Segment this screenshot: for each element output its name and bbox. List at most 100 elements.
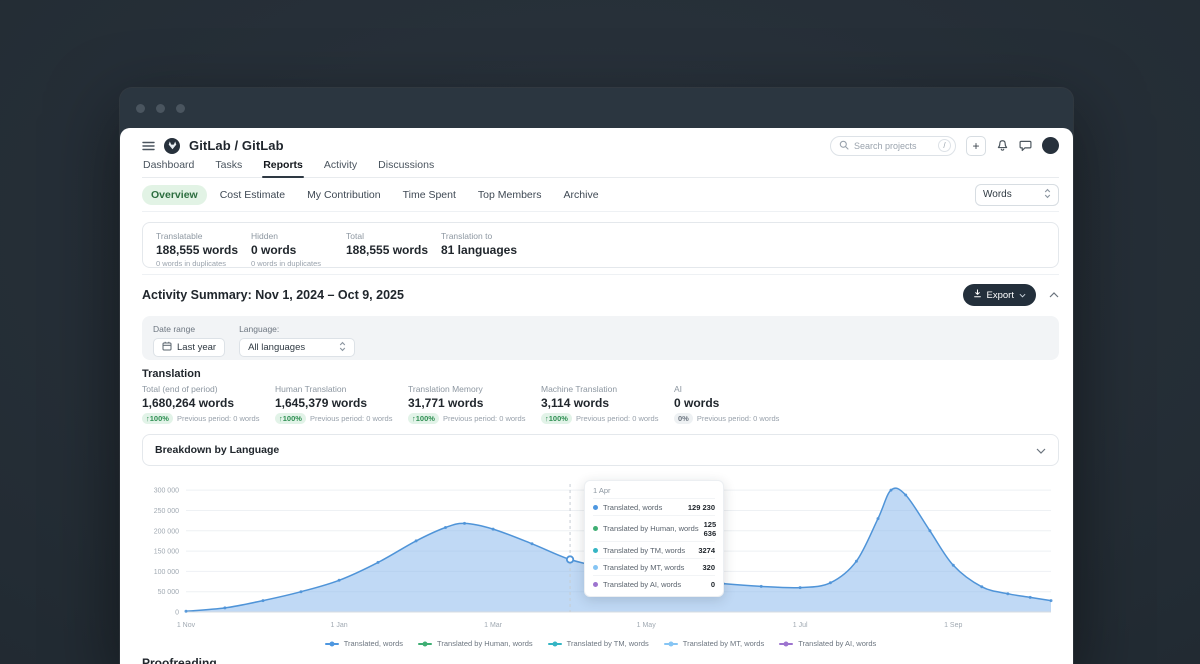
summary-stat: Hidden 0 words 0 words in duplicates <box>251 231 346 268</box>
metric-previous-period: Previous period: 0 words <box>177 414 260 423</box>
report-tab[interactable]: Cost Estimate <box>211 185 294 205</box>
report-subtabs: Overview Cost Estimate My Contribution T… <box>142 185 608 205</box>
metric-value: 0 words <box>674 396 807 410</box>
filter-bar: Date range Last year Language: All langu… <box>142 316 1059 360</box>
messages-icon[interactable] <box>1019 140 1032 152</box>
nav-tab[interactable]: Activity <box>323 156 358 177</box>
summary-stat: Translatable 188,555 words 0 words in du… <box>156 231 251 268</box>
legend-line-icon <box>664 643 678 645</box>
metric-value: 3,114 words <box>541 396 674 410</box>
legend-dot-icon <box>552 641 557 646</box>
export-label: Export <box>987 290 1014 301</box>
stat-subtext: 0 words in duplicates <box>156 259 251 268</box>
legend-label: Translated by Human, words <box>437 639 533 648</box>
report-tab[interactable]: My Contribution <box>298 185 390 205</box>
activity-chart-area: 050 000100 000150 000200 000250 000300 0… <box>142 472 1059 636</box>
nav-tab[interactable]: Discussions <box>377 156 435 177</box>
series-dot-icon <box>593 548 598 553</box>
legend-item[interactable]: Translated by TM, words <box>548 639 649 648</box>
report-tab[interactable]: Time Spent <box>394 185 465 205</box>
tooltip-row: Translated by Human, words 125 636 <box>593 515 715 541</box>
metric-value: 31,771 words <box>408 396 541 410</box>
desktop-background: GitLab / GitLab / + <box>0 0 1200 664</box>
tooltip-series-label: Translated, words <box>603 503 683 512</box>
search-shortcut-badge: / <box>938 139 951 152</box>
language-value: All languages <box>248 342 305 353</box>
notifications-bell-icon[interactable] <box>996 139 1009 152</box>
metric-value: 1,645,379 words <box>275 396 408 410</box>
metric-delta-badge: ↑100% <box>275 413 306 424</box>
series-dot-icon <box>593 505 598 510</box>
legend-label: Translated by MT, words <box>683 639 764 648</box>
download-icon <box>973 289 982 301</box>
window-control-icon[interactable] <box>136 104 145 113</box>
legend-item[interactable]: Translated by Human, words <box>418 639 533 648</box>
search-icon <box>839 137 849 155</box>
tooltip-row: Translated by MT, words 320 <box>593 558 715 575</box>
app-window: GitLab / GitLab / + <box>120 88 1073 664</box>
metric-label: Translation Memory <box>408 384 541 394</box>
report-tab[interactable]: Overview <box>142 185 207 205</box>
chart-tooltip: 1 Apr Translated, words 129 230 <box>584 480 724 597</box>
legend-label: Translated by TM, words <box>567 639 649 648</box>
legend-item[interactable]: Translated by AI, words <box>779 639 876 648</box>
metric-label: Total (end of period) <box>142 384 275 394</box>
window-control-icon[interactable] <box>156 104 165 113</box>
svg-text:150 000: 150 000 <box>154 549 179 556</box>
legend-label: Translated, words <box>344 639 403 648</box>
unit-select[interactable]: Words <box>975 184 1059 206</box>
date-range-label: Date range <box>153 324 225 334</box>
report-tab[interactable]: Archive <box>555 185 608 205</box>
date-range-button[interactable]: Last year <box>153 338 225 357</box>
svg-text:300 000: 300 000 <box>154 488 179 495</box>
tooltip-row: Translated by TM, words 3274 <box>593 541 715 558</box>
add-button[interactable]: + <box>966 136 986 156</box>
stat-subtext: 0 words in duplicates <box>251 259 346 268</box>
nav-tab[interactable]: Tasks <box>214 156 243 177</box>
collapse-section-icon[interactable] <box>1049 292 1059 298</box>
export-button[interactable]: Export <box>963 284 1036 306</box>
breakdown-by-language-card[interactable]: Breakdown by Language <box>142 434 1059 466</box>
language-select[interactable]: All languages <box>239 338 355 357</box>
activity-summary-header: Activity Summary: Nov 1, 2024 – Oct 9, 2… <box>142 274 1059 306</box>
search-box[interactable]: / <box>830 136 956 156</box>
tooltip-series-label: Translated by Human, words <box>603 524 699 533</box>
report-tab[interactable]: Top Members <box>469 185 551 205</box>
metric-previous-period: Previous period: 0 words <box>576 414 659 423</box>
user-avatar[interactable] <box>1042 137 1059 154</box>
window-titlebar <box>120 88 1073 128</box>
legend-line-icon <box>325 643 339 645</box>
menu-icon[interactable] <box>142 141 155 151</box>
stat-label: Translatable <box>156 231 251 241</box>
summary-stat: Translation to 81 languages <box>441 231 536 267</box>
search-input[interactable] <box>854 141 933 151</box>
legend-dot-icon <box>784 641 789 646</box>
chevron-down-icon <box>1019 290 1026 301</box>
tooltip-row: Translated, words 129 230 <box>593 498 715 515</box>
metric-delta-badge: ↑100% <box>142 413 173 424</box>
series-dot-icon <box>593 565 598 570</box>
legend-dot-icon <box>423 641 428 646</box>
unit-select-value: Words <box>983 189 1012 200</box>
svg-text:250 000: 250 000 <box>154 508 179 515</box>
nav-tab[interactable]: Reports <box>262 156 304 177</box>
nav-tab[interactable]: Dashboard <box>142 156 195 177</box>
tooltip-series-value: 125 636 <box>704 520 717 538</box>
calendar-icon <box>162 341 172 354</box>
window-control-icon[interactable] <box>176 104 185 113</box>
select-carets-icon <box>1044 188 1051 202</box>
legend-item[interactable]: Translated by MT, words <box>664 639 764 648</box>
svg-text:50 000: 50 000 <box>158 589 180 596</box>
stat-label: Hidden <box>251 231 346 241</box>
legend-item[interactable]: Translated, words <box>325 639 403 648</box>
svg-text:1 May: 1 May <box>637 622 657 629</box>
project-nav-tabs: Dashboard Tasks Reports Activity Discuss… <box>142 156 1059 178</box>
series-dot-icon <box>593 582 598 587</box>
metric-previous-period: Previous period: 0 words <box>443 414 526 423</box>
stat-value: 188,555 words <box>346 243 441 257</box>
tooltip-series-label: Translated by MT, words <box>603 563 697 572</box>
metric-label: Human Translation <box>275 384 408 394</box>
legend-dot-icon <box>329 641 334 646</box>
stat-label: Translation to <box>441 231 536 241</box>
chart-legend: Translated, words Translated by Human, w… <box>142 638 1059 649</box>
